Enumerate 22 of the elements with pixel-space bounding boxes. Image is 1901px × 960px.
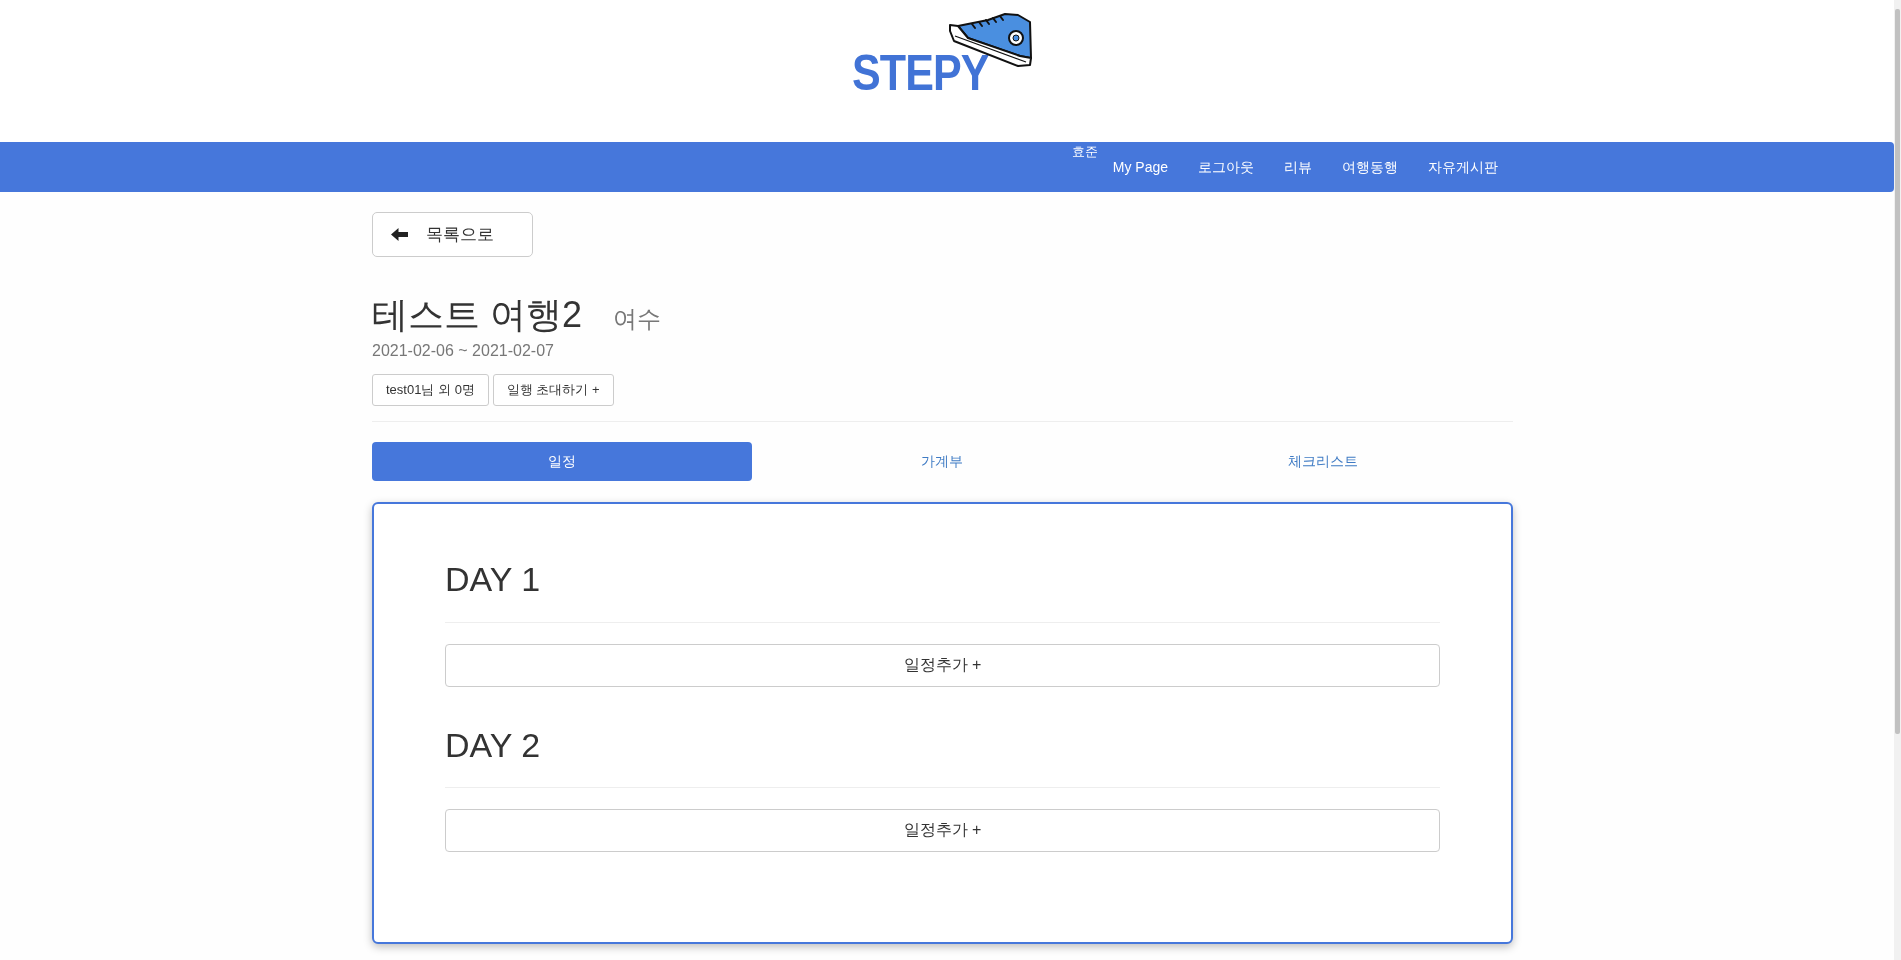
trip-location: 여수 <box>613 304 662 334</box>
invite-button[interactable]: 일행 초대하기 + <box>492 374 614 407</box>
nav-link[interactable]: 자유게시판 <box>1413 157 1513 177</box>
add-schedule-button[interactable]: 일정추가 + <box>445 643 1440 687</box>
arrow-left-icon <box>391 228 408 241</box>
tab[interactable]: 체크리스트 <box>1132 442 1513 482</box>
tab[interactable]: 가계부 <box>752 442 1133 482</box>
back-button[interactable]: 목록으로 <box>372 212 533 257</box>
day-title: DAY 2 <box>445 726 542 765</box>
members-button[interactable]: test01님 외 0명 <box>372 374 489 407</box>
day-title: DAY 1 <box>445 561 542 599</box>
nav-link[interactable]: 여행동행 <box>1327 157 1413 177</box>
nav-link[interactable]: 리뷰 <box>1269 157 1327 177</box>
nav-link[interactable]: My Page <box>1097 157 1183 177</box>
add-schedule-button[interactable]: 일정추가 + <box>445 809 1440 853</box>
trip-dates: 2021-02-06 ~ 2021-02-07 <box>372 341 555 361</box>
tab[interactable]: 일정 <box>372 442 753 482</box>
logo-text[interactable]: STEPY <box>852 48 989 98</box>
nav-link[interactable]: 로그아웃 <box>1183 157 1269 177</box>
scrollbar-thumb[interactable] <box>1895 9 1900 734</box>
user-name: 효준 <box>1071 144 1098 160</box>
trip-title: 테스트 여행2 <box>372 295 583 335</box>
